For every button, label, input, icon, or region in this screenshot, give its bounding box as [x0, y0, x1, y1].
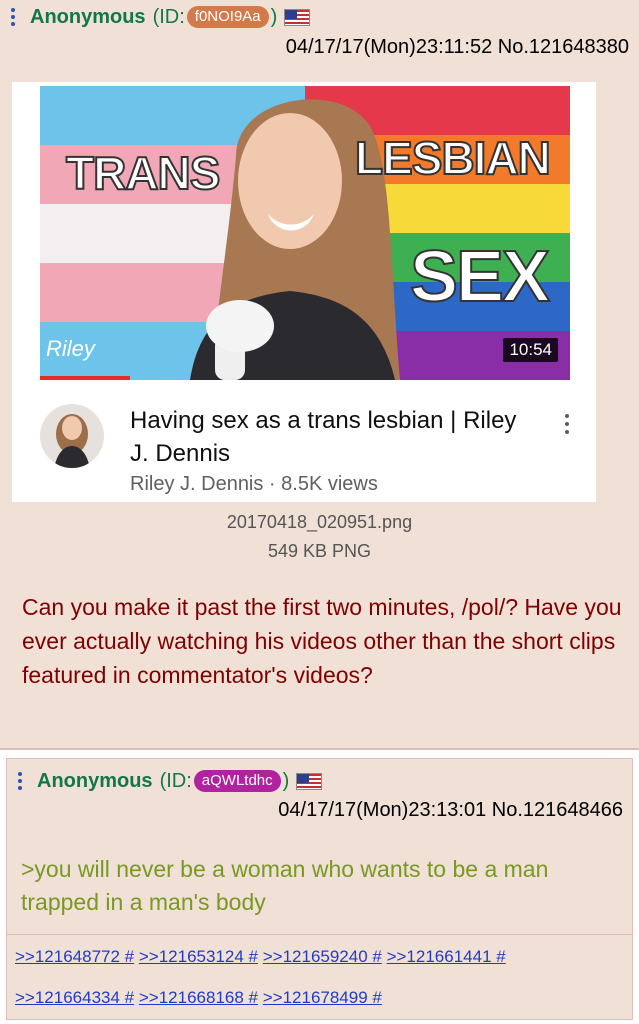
backlink[interactable]: >>121678499 # [263, 988, 382, 1007]
backlinks-row-1: >>121648772 # >>121653124 # >>121659240 … [15, 947, 625, 967]
post-121648466: Anonymous (ID: aQWLtdhc ) 04/17/17(Mon)2… [6, 758, 633, 1020]
post-body: Can you make it past the first two minut… [22, 594, 622, 688]
overlay-text-left: TRANS [65, 146, 221, 200]
poster-name: Anonymous [37, 769, 153, 792]
file-size: 549 KB PNG [267, 541, 372, 561]
poster-name: Anonymous [30, 5, 146, 28]
us-flag-icon [284, 8, 311, 26]
more-options-icon [562, 414, 572, 434]
backlink[interactable]: >>121661441 # [387, 947, 506, 966]
greentext-quote: >you will never be a woman who wants to … [21, 856, 549, 915]
post-number-link[interactable]: No.121648380 [498, 36, 629, 58]
channel-avatar [40, 404, 104, 468]
poster-id-badge[interactable]: f0NOI9Aa [186, 6, 269, 28]
backlink[interactable]: >>121664334 # [15, 988, 134, 1007]
poster-id-badge[interactable]: aQWLtdhc [193, 770, 281, 792]
post-datetime: 04/17/17(Mon)23:11:52 [285, 36, 493, 58]
file-name[interactable]: 20170418_020951.png [0, 512, 639, 533]
post-header: Anonymous (ID: aQWLtdhc ) [15, 768, 323, 794]
backlink[interactable]: >>121648772 # [15, 947, 134, 966]
post-121648380: Anonymous (ID: f0NOI9Aa ) 04/17/17(Mon)2… [0, 0, 639, 750]
attached-image-thumbnail[interactable]: TRANS LESBIAN SEX Riley 10:54 Having sex… [12, 82, 596, 502]
post-header: Anonymous (ID: f0NOI9Aa ) [8, 4, 311, 30]
post-meta: 04/17/17(Mon)23:11:52 No.121648380 [286, 36, 629, 59]
watch-progress-bar [40, 376, 130, 380]
id-label: (ID: [152, 5, 185, 28]
post-meta: 04/17/17(Mon)23:13:01 No.121648466 [278, 799, 623, 822]
channel-info: Riley J. Dennis · 8.5K views [130, 473, 378, 495]
id-label: (ID: [159, 769, 192, 792]
divider [7, 934, 632, 935]
video-preview: TRANS LESBIAN SEX Riley 10:54 [40, 86, 570, 380]
backlink[interactable]: >>121653124 # [139, 947, 258, 966]
overlay-text-bottom: SEX [409, 236, 551, 318]
id-close: ) [270, 5, 278, 28]
post-datetime: 04/17/17(Mon)23:13:01 [278, 799, 487, 821]
overlay-text-right: LESBIAN [354, 131, 552, 185]
video-title: Having sex as a trans lesbian | Riley J.… [130, 407, 517, 467]
post-menu-icon[interactable] [15, 772, 25, 790]
backlink[interactable]: >>121659240 # [263, 947, 382, 966]
id-close: ) [282, 769, 290, 792]
channel-logo: Riley [46, 336, 95, 361]
video-duration-badge: 10:54 [503, 338, 558, 362]
post-menu-icon[interactable] [8, 8, 18, 26]
backlinks-row-2: >>121664334 # >>121668168 # >>121678499 … [15, 988, 625, 1008]
post-number-link[interactable]: No.121648466 [492, 799, 623, 821]
us-flag-icon [296, 772, 323, 790]
backlink[interactable]: >>121668168 # [139, 988, 258, 1007]
